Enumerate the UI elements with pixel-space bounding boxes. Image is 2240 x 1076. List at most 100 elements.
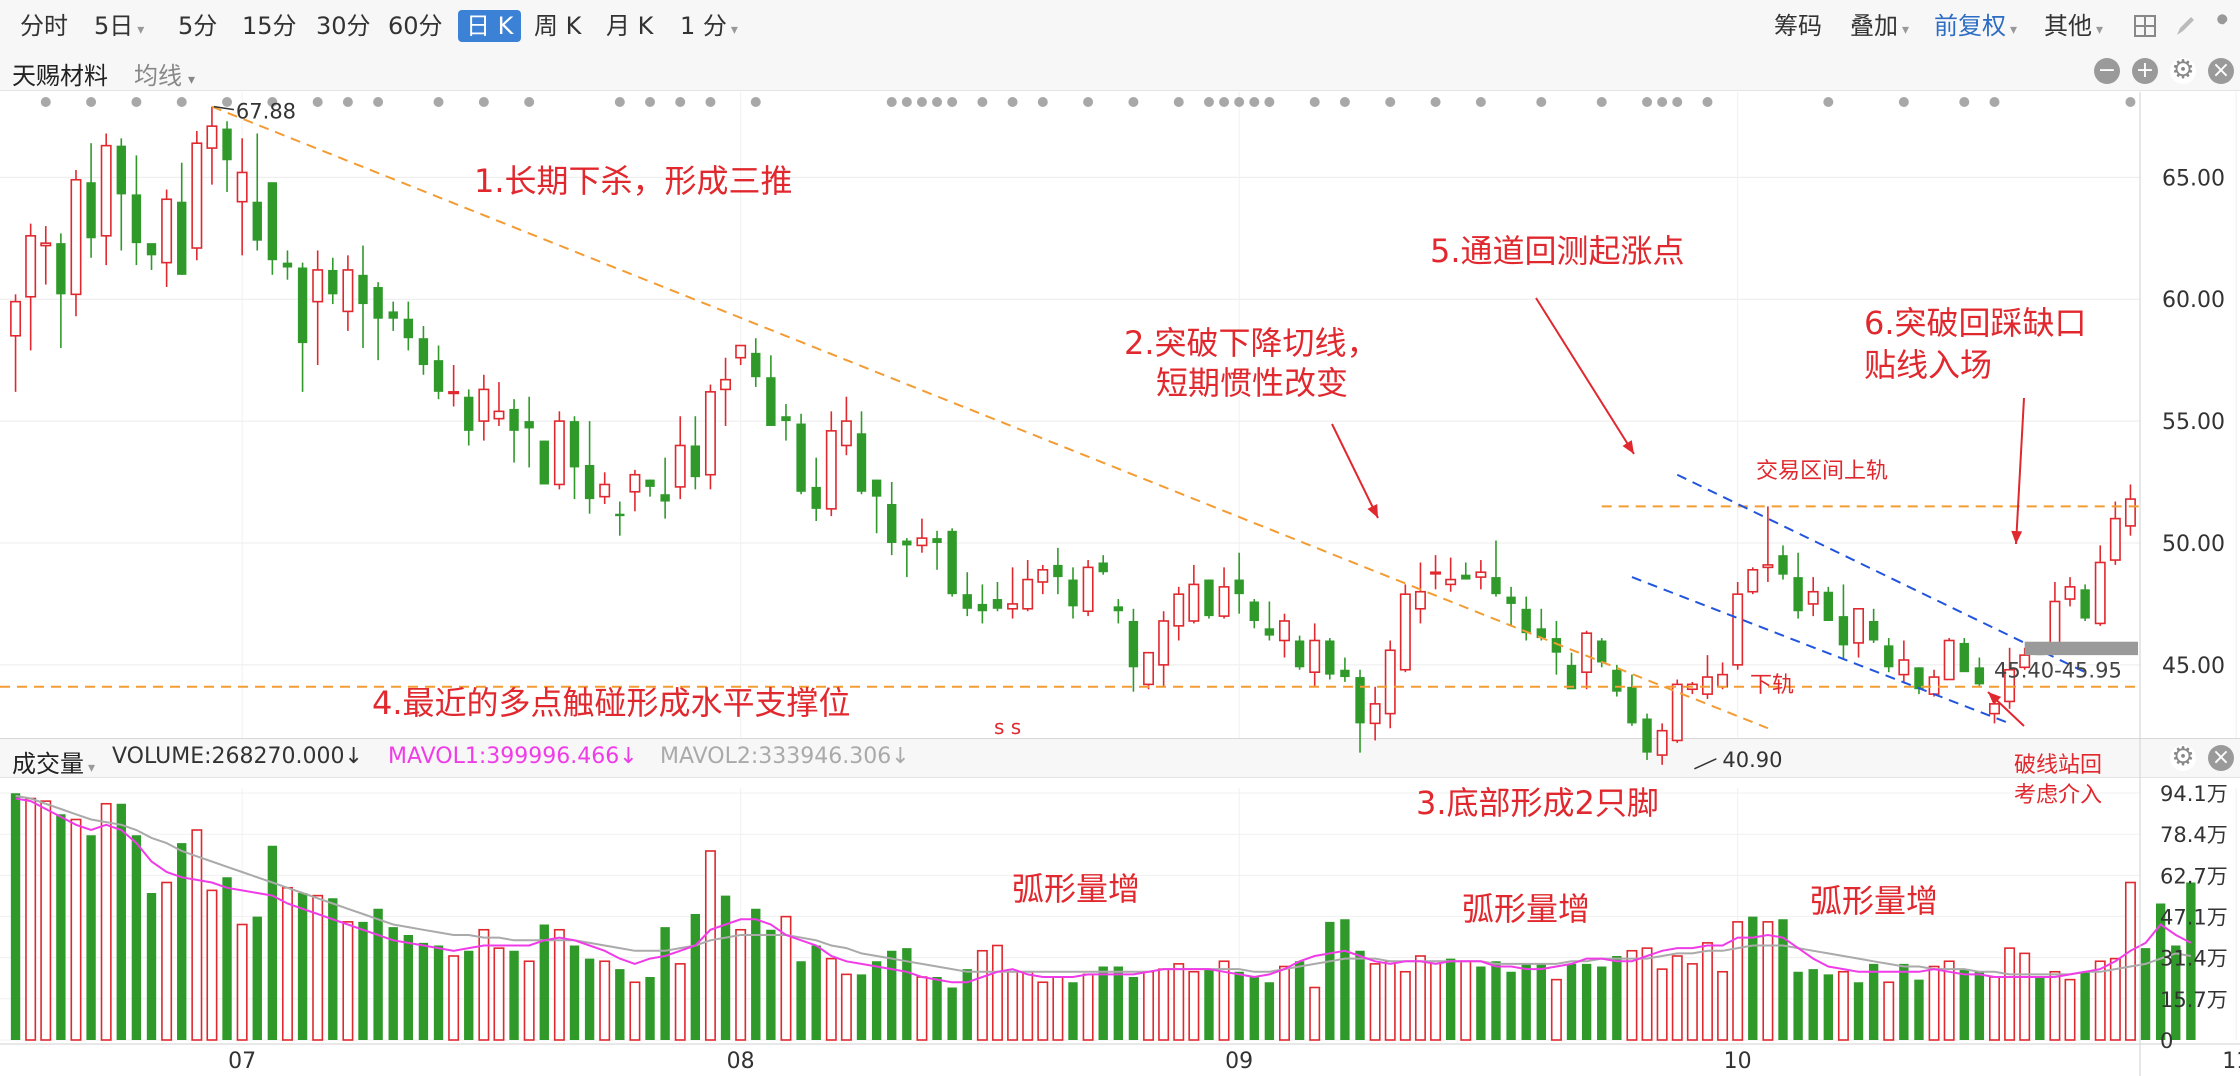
volume-bar [388, 927, 398, 1040]
candles [10, 106, 2136, 765]
volume-bar [1098, 966, 1108, 1040]
volume-bar [464, 950, 474, 1040]
candle-body [1249, 601, 1259, 621]
candle-body [569, 421, 580, 468]
arrow-5-head [1622, 440, 1634, 454]
candle-body [342, 269, 354, 313]
candle-body [825, 430, 837, 510]
volume-bar [1914, 979, 1924, 1040]
volume-bar [1959, 969, 1969, 1040]
x-tick-label: 11 [2222, 1049, 2240, 1074]
event-dot [705, 97, 716, 107]
event-dot [524, 97, 535, 107]
volume-bar [403, 935, 414, 1040]
volume-bar [56, 814, 66, 1040]
event-dot [947, 97, 958, 107]
low-label: 40.90 [1722, 748, 1782, 772]
event-dot [1385, 97, 1396, 107]
event-dot [40, 97, 51, 107]
chart-overlays [0, 97, 2140, 730]
candle-body [1656, 729, 1668, 756]
event-dot [1823, 97, 1834, 107]
y-tick-label: 60.00 [2162, 288, 2225, 313]
volume-bar [1506, 971, 1516, 1040]
event-dot [886, 97, 897, 107]
volume-bar [1204, 969, 1214, 1040]
annotation-6-line2: 贴线入场 [1864, 346, 1992, 384]
volume-bar [660, 927, 670, 1040]
volume-bar [1928, 965, 1940, 1041]
candle-body [1128, 620, 1139, 668]
volume-bar [1868, 963, 1879, 1040]
candle-body [433, 360, 444, 392]
candle-body [116, 145, 126, 195]
volume-bar [1355, 950, 1365, 1040]
candle-body [1566, 664, 1577, 690]
volume-bar [312, 894, 324, 1041]
candle-body [177, 201, 187, 275]
volume-bar [1158, 968, 1170, 1041]
annotation-2-line1: 2.突破下降切线， [1124, 324, 1379, 362]
candle-body [735, 344, 747, 359]
candle-body [1037, 568, 1049, 583]
volume-bar [1173, 963, 1185, 1041]
candle-body [1807, 590, 1819, 605]
event-dot [1264, 97, 1275, 107]
candle-body [1461, 574, 1471, 580]
candle-body [1204, 579, 1214, 617]
volume-bar [1808, 969, 1818, 1040]
volume-bar [1325, 921, 1335, 1040]
candle-body [70, 178, 82, 296]
volume-bar [1491, 961, 1501, 1040]
volume-bar [40, 800, 52, 1041]
volume-bar [146, 893, 157, 1040]
volume-bar [1717, 970, 1729, 1041]
volume-bar [493, 947, 505, 1041]
candle-body [10, 300, 22, 337]
volume-bar [674, 963, 686, 1041]
volume-bar [191, 829, 203, 1041]
volume-bar [1989, 976, 2000, 1041]
candle-body [1853, 607, 1865, 644]
candle-body [1113, 606, 1124, 612]
candle-body [674, 444, 686, 488]
vol-tick-label: 15.7万 [2160, 988, 2228, 1012]
volume-bar [991, 944, 1003, 1041]
volume-bar [1022, 970, 1034, 1041]
candle-body [553, 420, 565, 486]
candle-body [871, 479, 882, 497]
volume-arc-1: 弧形量增 [1012, 870, 1140, 908]
volume-bar [1460, 960, 1472, 1041]
candle-body [1475, 571, 1487, 578]
volume-bar [222, 877, 232, 1040]
candle-body [524, 421, 534, 429]
event-dot [342, 97, 353, 107]
candle-body [328, 269, 338, 295]
event-dot [1007, 97, 1018, 107]
volume-bar [206, 889, 218, 1041]
volume-arc-3: 弧形量增 [1810, 882, 1938, 920]
candle-body [539, 440, 549, 485]
volume-bar [1762, 921, 1774, 1041]
candle-body [1384, 649, 1396, 715]
event-dot [433, 97, 444, 107]
volume-bar [1748, 916, 1758, 1040]
volume-bar [735, 928, 747, 1041]
volume-bar [281, 886, 293, 1041]
volume-bar [1430, 960, 1442, 1041]
event-dot [176, 97, 187, 107]
event-dot [373, 97, 384, 107]
candle-body [388, 311, 398, 319]
volume-bar [811, 945, 821, 1040]
volume-bar [116, 803, 126, 1040]
vol-tick-label: 78.4万 [2160, 823, 2228, 847]
candle-body [2109, 517, 2121, 561]
event-dot [1234, 97, 1245, 107]
candle-body [1717, 673, 1729, 688]
volume-bar [887, 950, 897, 1040]
kline-chart[interactable]: 65.00 60.00 55.00 50.00 45.00 94.1万 78.4万 62.7万… [0, 0, 2240, 1076]
candle-body [1778, 555, 1788, 575]
candle-body [25, 235, 37, 298]
annotation-5: 5.通道回测起涨点 [1430, 232, 1685, 270]
candle-body [1642, 718, 1652, 753]
